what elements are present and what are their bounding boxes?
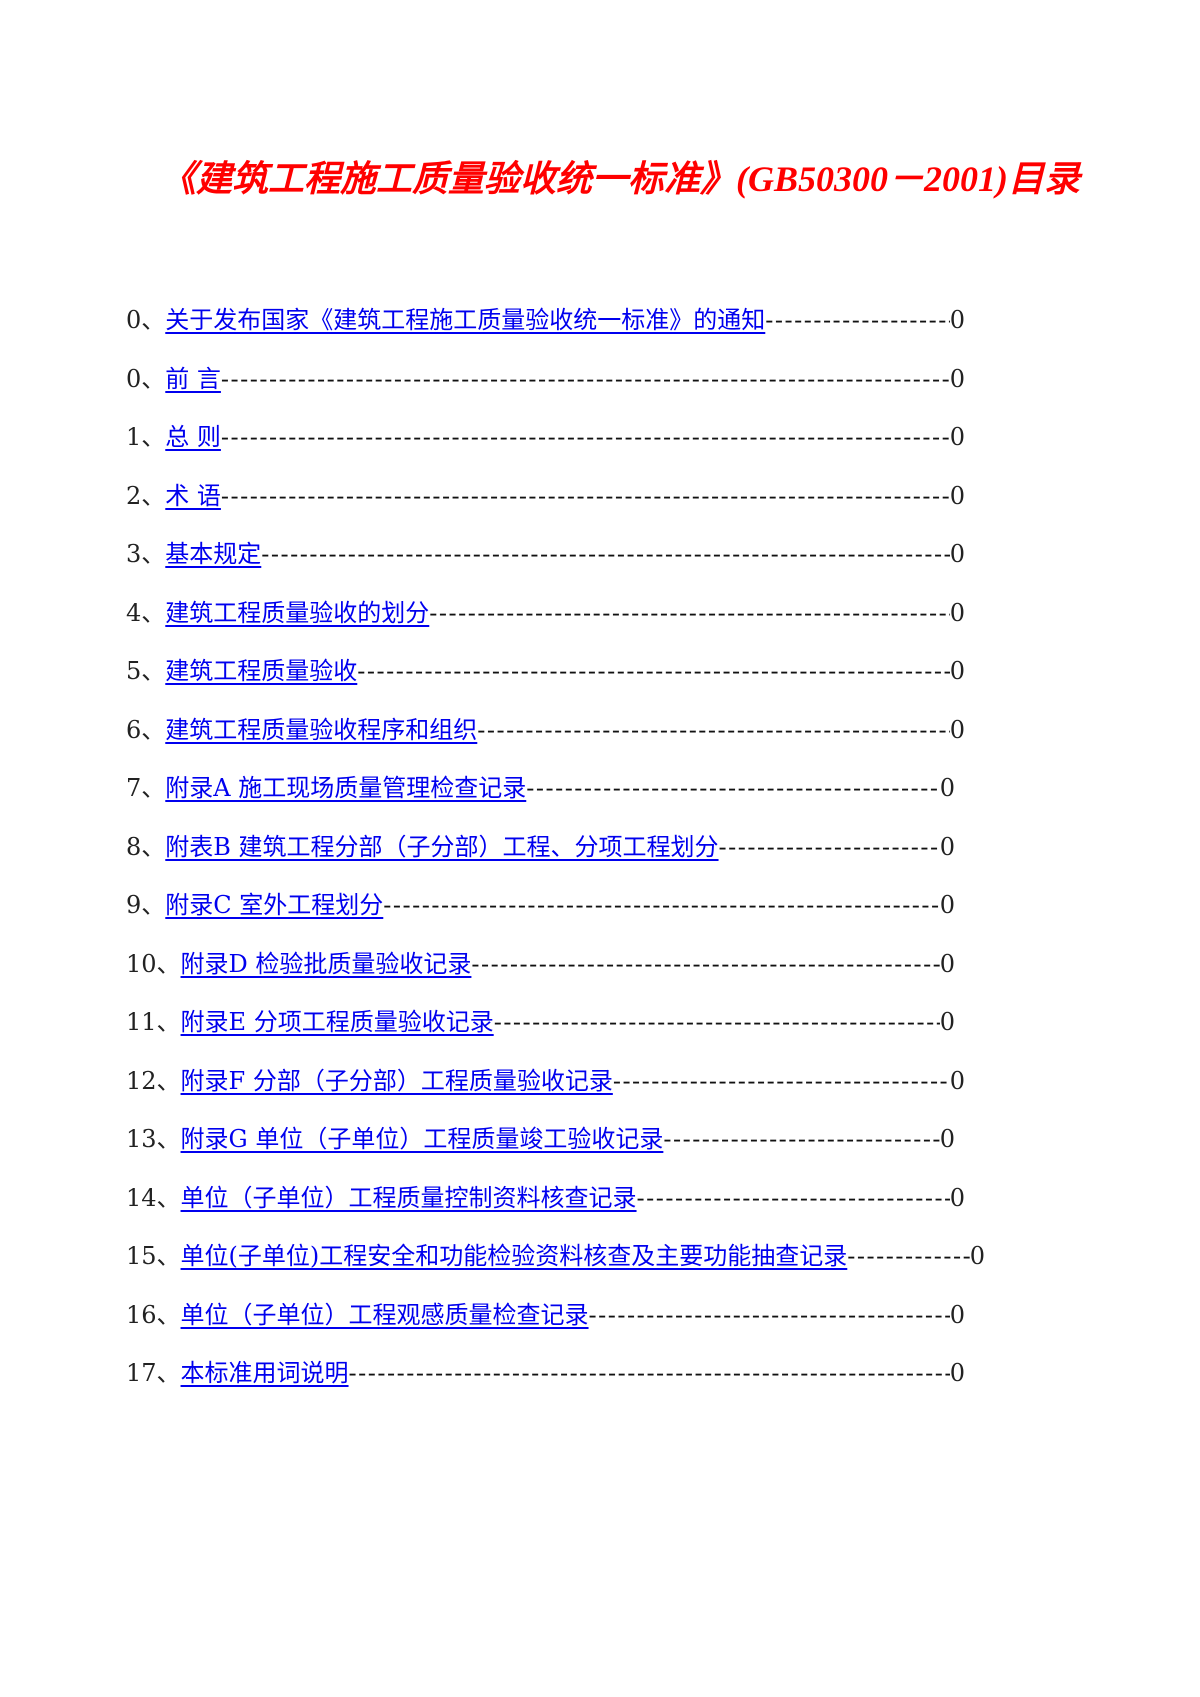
toc-entry: 17、 本标准用词说明 ------------------------------… xyxy=(126,1353,965,1389)
toc-entry: 12、 附录F 分部（子分部）工程质量验收记录 ------------------… xyxy=(126,1061,965,1097)
toc-entry-link[interactable]: 本标准用词说明 xyxy=(181,1353,349,1388)
toc-entry-link[interactable]: 前 言 xyxy=(165,359,221,394)
toc-entry: 5、 建筑工程质量验收 ------------------------------… xyxy=(126,651,965,687)
toc-entry-page-number: 0 xyxy=(949,481,965,510)
toc-leader-dashes: ----------------------------------------… xyxy=(765,306,949,334)
toc-entry-number: 15、 xyxy=(126,1242,181,1270)
toc-entry-page-number: 0 xyxy=(949,1359,965,1387)
toc-entry-number: 9、 xyxy=(126,891,166,919)
toc-entry-number: 11、 xyxy=(126,1008,181,1036)
toc-leader-dashes: ----------------------------------------… xyxy=(220,481,950,510)
toc-entry-number: 13、 xyxy=(126,1125,181,1153)
toc-entry-page-number: 0 xyxy=(949,1300,965,1329)
toc-entry: 10、 附录D 检验批质量验收记录 ------------------------… xyxy=(126,944,955,980)
toc-entry-page-number: 0 xyxy=(949,657,965,685)
toc-leader-dashes: ----------------------------------------… xyxy=(847,1242,969,1270)
toc-entry: 2、术 语 -----------------------------------… xyxy=(126,476,965,512)
toc-entry: 16、 单位（子单位）工程观感质量检查记录 --------------------… xyxy=(126,1295,965,1331)
toc-entry-number: 4、 xyxy=(126,598,166,627)
toc-entry: 4、 建筑工程质量验收的划分 ---------------------------… xyxy=(126,593,965,629)
toc-leader-dashes: ----------------------------------------… xyxy=(526,774,940,802)
toc-entry-link[interactable]: 关于发布国家《建筑工程施工质量验收统一标准》的通知 xyxy=(165,300,765,335)
toc-entry-link[interactable]: 附录E 分项工程质量验收记录 xyxy=(181,1002,494,1037)
toc-entry-page-number: 0 xyxy=(949,1066,965,1095)
toc-leader-dashes: ----------------------------------------… xyxy=(220,364,950,393)
toc-entry-link[interactable]: 单位（子单位）工程质量控制资料核查记录 xyxy=(181,1178,637,1213)
toc-entry-number: 5、 xyxy=(126,657,166,685)
toc-entry-link[interactable]: 术 语 xyxy=(165,476,221,511)
toc-entry: 9、 附录C 室外工程划分 ----------------------------… xyxy=(126,885,955,921)
toc-entry: 14、 单位（子单位）工程质量控制资料核查记录 ------------------… xyxy=(126,1178,965,1214)
toc-entry-page-number: 0 xyxy=(969,1242,985,1270)
toc-entry-link[interactable]: 附录F 分部（子分部）工程质量验收记录 xyxy=(181,1061,613,1096)
toc-entry-page-number: 0 xyxy=(949,598,965,627)
toc-entry-page-number: 0 xyxy=(939,832,955,861)
toc-entry: 0、 关于发布国家《建筑工程施工质量验收统一标准》的通知 -------------… xyxy=(126,300,965,336)
toc-entry-link[interactable]: 附录A 施工现场质量管理检查记录 xyxy=(165,768,526,803)
toc-entry: 1、总 则 -----------------------------------… xyxy=(126,417,965,453)
toc-entry-page-number: 0 xyxy=(939,774,955,802)
toc-entry: 3、 基本规定 ----------------------------------… xyxy=(126,534,965,570)
toc-entry-number: 17、 xyxy=(126,1359,181,1387)
toc-entry-page-number: 0 xyxy=(949,423,965,451)
toc-entry-link[interactable]: 单位(子单位)工程安全和功能检验资料核查及主要功能抽查记录 xyxy=(181,1236,848,1271)
toc-entry-number: 14、 xyxy=(126,1183,181,1212)
toc-entry-number: 0、 xyxy=(126,306,166,334)
toc-entry-page-number: 0 xyxy=(949,306,965,334)
toc-leader-dashes: ----------------------------------------… xyxy=(220,423,950,451)
toc-leader-dashes: ----------------------------------------… xyxy=(471,949,940,978)
toc-entry-page-number: 0 xyxy=(949,715,965,744)
toc-entry: 6、 建筑工程质量验收程序和组织 -------------------------… xyxy=(126,710,965,746)
toc-leader-dashes: ----------------------------------------… xyxy=(383,891,940,919)
toc-entry-page-number: 0 xyxy=(939,1125,955,1153)
toc-leader-dashes: ----------------------------------------… xyxy=(357,657,950,685)
toc-leader-dashes: ----------------------------------------… xyxy=(348,1359,950,1387)
toc-entry-page-number: 0 xyxy=(939,1008,955,1036)
toc-leader-dashes: ----------------------------------------… xyxy=(477,715,950,744)
toc-entry-link[interactable]: 基本规定 xyxy=(165,534,261,569)
toc-entry-number: 7、 xyxy=(126,774,166,802)
document-title: 《建筑工程施工质量验收统一标准》(GB50300－2001)目录 xyxy=(160,159,1080,199)
toc-leader-dashes: ----------------------------------------… xyxy=(636,1183,950,1212)
toc-entry-page-number: 0 xyxy=(939,891,955,919)
toc-entry-number: 10、 xyxy=(126,949,181,978)
toc-entry-link[interactable]: 附表B 建筑工程分部（子分部）工程、分项工程划分 xyxy=(165,827,718,862)
toc-entry-number: 6、 xyxy=(126,715,166,744)
toc-entry-number: 0、 xyxy=(126,364,166,393)
toc-entry-link[interactable]: 建筑工程质量验收的划分 xyxy=(165,593,429,628)
toc-entry-link[interactable]: 单位（子单位）工程观感质量检查记录 xyxy=(181,1295,589,1330)
toc-leader-dashes: ----------------------------------------… xyxy=(588,1300,950,1329)
toc-entry-number: 8、 xyxy=(126,832,166,861)
toc-entry-page-number: 0 xyxy=(949,1183,965,1212)
toc-entry-page-number: 0 xyxy=(939,949,955,978)
toc-leader-dashes: ----------------------------------------… xyxy=(429,598,949,627)
toc-entry-page-number: 0 xyxy=(949,540,965,568)
toc-leader-dashes: ----------------------------------------… xyxy=(663,1125,939,1153)
toc-leader-dashes: ----------------------------------------… xyxy=(493,1008,940,1036)
toc-entry-link[interactable]: 附录C 室外工程划分 xyxy=(165,885,383,920)
toc-entry: 13、 附录G 单位（子单位）工程质量竣工验收记录 ----------------… xyxy=(126,1119,955,1155)
toc-leader-dashes: ----------------------------------------… xyxy=(612,1066,950,1095)
toc-entry-page-number: 0 xyxy=(949,364,965,393)
toc-entry-link[interactable]: 建筑工程质量验收程序和组织 xyxy=(165,710,477,745)
toc-entry: 8、 附表B 建筑工程分部（子分部）工程、分项工程划分 --------------… xyxy=(126,827,955,863)
toc-entry-link[interactable]: 总 则 xyxy=(165,417,221,452)
toc-entry: 11、 附录E 分项工程质量验收记录 -----------------------… xyxy=(126,1002,955,1038)
toc-entry-number: 3、 xyxy=(126,540,166,568)
toc-entry: 0、前 言 -----------------------------------… xyxy=(126,359,965,395)
toc-leader-dashes: ----------------------------------------… xyxy=(261,540,949,568)
toc-entry-link[interactable]: 附录D 检验批质量验收记录 xyxy=(181,944,472,979)
toc-entry-number: 12、 xyxy=(126,1066,181,1095)
toc-entry: 7、 附录A 施工现场质量管理检查记录 ----------------------… xyxy=(126,768,955,804)
toc-entry-link[interactable]: 建筑工程质量验收 xyxy=(165,651,357,686)
toc-leader-dashes: ----------------------------------------… xyxy=(718,832,940,861)
toc-entry: 15、 单位(子单位)工程安全和功能检验资料核查及主要功能抽查记录 --------… xyxy=(126,1236,985,1272)
toc-entry-number: 16、 xyxy=(126,1300,181,1329)
toc-entry-link[interactable]: 附录G 单位（子单位）工程质量竣工验收记录 xyxy=(181,1119,664,1154)
toc-entry-number: 1、 xyxy=(126,423,166,451)
toc-entry-number: 2、 xyxy=(126,481,166,510)
